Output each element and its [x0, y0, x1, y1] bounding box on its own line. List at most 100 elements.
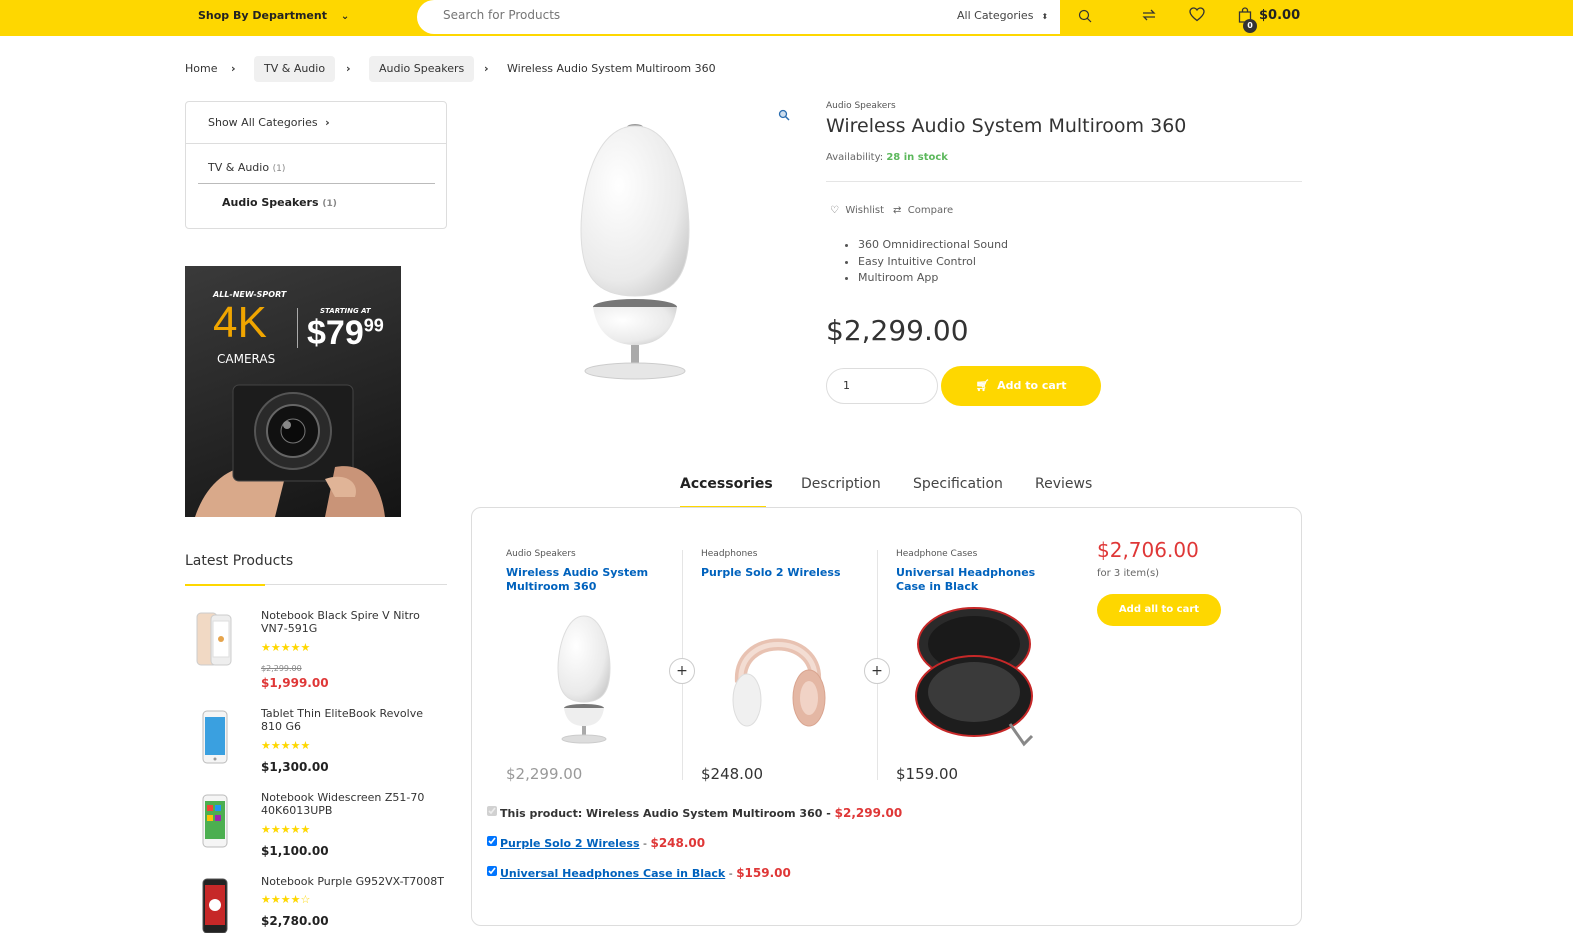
feature-item: 360 Omnidirectional Sound — [858, 237, 1008, 254]
phone-red-thumbnail — [202, 878, 228, 933]
accessory-checkbox-row: This product: Wireless Audio System Mult… — [487, 806, 902, 820]
category-select[interactable]: All Categories ⬍ — [957, 9, 1048, 22]
tab-specification[interactable]: Specification — [913, 476, 1003, 492]
accessory-item: Headphone Cases Universal Headphones Cas… — [896, 549, 1066, 594]
chevron-down-icon: ⌄ — [340, 11, 350, 22]
availability: Availability: 28 in stock — [826, 152, 948, 163]
accessory-category[interactable]: Audio Speakers — [506, 549, 676, 559]
compare-link[interactable]: ⇄ Compare — [893, 205, 953, 216]
tab-description[interactable]: Description — [801, 476, 881, 492]
tab-accessories[interactable]: Accessories — [680, 476, 773, 492]
breadcrumb-tv-audio[interactable]: TV & Audio — [254, 56, 336, 82]
accessory-name[interactable]: Purple Solo 2 Wireless — [701, 566, 871, 580]
latest-product-price: $1,300.00 — [261, 760, 329, 774]
category-label: Audio Speakers — [222, 196, 319, 209]
category-count: (1) — [322, 199, 337, 209]
promo-banner[interactable]: ALL-NEW-SPORT 4K CAMERAS STARTING AT $79… — [185, 266, 401, 517]
banner-price-cents: 99 — [363, 315, 384, 336]
category-tv-audio[interactable]: TV & Audio (1) — [208, 161, 285, 174]
cart-total[interactable]: $0.00 — [1259, 8, 1300, 23]
search-button[interactable] — [1060, 0, 1110, 34]
rating-stars: ★★★★☆ — [261, 893, 311, 906]
latest-product-old-price: $2,299.00 — [261, 664, 302, 673]
stock-status: 28 in stock — [886, 152, 948, 163]
accessory-price: $2,299.00 — [506, 765, 583, 783]
compare-icon[interactable] — [1141, 8, 1157, 22]
product-category[interactable]: Audio Speakers — [826, 101, 896, 111]
add-all-to-cart-button[interactable]: Add all to cart — [1097, 594, 1221, 626]
latest-products-underline — [185, 584, 447, 586]
cart-count-badge: 0 — [1243, 19, 1257, 33]
this-product-checkbox — [487, 806, 497, 816]
feature-list: 360 Omnidirectional Sound Easy Intuitive… — [858, 237, 1008, 287]
divider — [186, 143, 446, 144]
accessory-category[interactable]: Headphones — [701, 549, 871, 559]
breadcrumb-separator-icon: › — [484, 62, 489, 75]
latest-product-name[interactable]: Tablet Thin EliteBook Revolve 810 G6 — [261, 707, 447, 733]
accessory-checkbox-row: Universal Headphones Case in Black - $15… — [487, 866, 791, 880]
price-dash: - — [725, 867, 737, 880]
latest-product-price: $1,100.00 — [261, 844, 329, 858]
price-dash: - — [822, 807, 835, 820]
category-count: (1) — [272, 164, 286, 174]
wishlist-link[interactable]: ♡ Wishlist — [830, 205, 884, 216]
cart-icon: 🛒︎ — [975, 379, 990, 392]
phone-thumbnail — [202, 794, 228, 848]
latest-product-name[interactable]: Notebook Black Spire V Nitro VN7-591G — [261, 609, 447, 635]
latest-product-price: $2,780.00 — [261, 914, 329, 928]
headphones-thumbnail[interactable] — [723, 612, 833, 742]
category-filter-box: Show All Categories › TV & Audio (1) Aud… — [185, 101, 447, 229]
accessory-category[interactable]: Headphone Cases — [896, 549, 1066, 559]
banner-price: $7999 — [307, 314, 384, 353]
accessory-link[interactable]: Universal Headphones Case in Black — [500, 867, 725, 880]
accessory-price: $159.00 — [896, 765, 959, 783]
rating-stars: ★★★★★ — [261, 823, 311, 836]
accessory-item: Headphones Purple Solo 2 Wireless — [701, 549, 871, 580]
header-bar: Shop By Department ⌄ All Categories ⬍ 0 $… — [0, 0, 1573, 36]
speaker-thumbnail[interactable] — [534, 608, 634, 748]
availability-label: Availability: — [826, 152, 884, 163]
wishlist-heart-icon[interactable] — [1189, 7, 1205, 22]
accessory-item: Audio Speakers Wireless Audio System Mul… — [506, 549, 676, 594]
rating-stars: ★★★★★ — [261, 739, 311, 752]
zoom-icon[interactable] — [778, 109, 790, 121]
product-main-image[interactable] — [485, 100, 785, 400]
camera-in-hand-image — [195, 384, 385, 517]
quantity-input[interactable]: 1 — [826, 368, 938, 404]
tab-reviews[interactable]: Reviews — [1035, 476, 1092, 492]
accessory-name[interactable]: Universal Headphones Case in Black — [896, 566, 1066, 594]
category-audio-speakers[interactable]: Audio Speakers (1) — [222, 196, 337, 209]
accessory-checkbox-row: Purple Solo 2 Wireless - $248.00 — [487, 836, 705, 850]
search-input[interactable] — [443, 8, 923, 22]
add-to-cart-button[interactable]: 🛒︎ Add to cart — [941, 366, 1101, 406]
latest-product-name[interactable]: Notebook Purple G952VX-T7008T — [261, 875, 447, 888]
accessory-name[interactable]: Wireless Audio System Multiroom 360 — [506, 566, 676, 594]
plus-icon: + — [864, 658, 890, 684]
product-price: $2,299.00 — [826, 314, 969, 347]
divider — [826, 181, 1302, 182]
search-bar: All Categories ⬍ — [417, 0, 1060, 34]
headphone-case-thumbnail[interactable] — [912, 604, 1042, 754]
accessory-checkbox[interactable] — [487, 866, 497, 876]
breadcrumb-audio-speakers[interactable]: Audio Speakers — [369, 56, 475, 82]
feature-item: Easy Intuitive Control — [858, 254, 1008, 271]
category-select-value: All Categories — [957, 9, 1034, 22]
breadcrumb-current: Wireless Audio System Multiroom 360 — [507, 62, 716, 75]
accessory-checkbox-price: $248.00 — [650, 836, 706, 850]
accessory-link[interactable]: Purple Solo 2 Wireless — [500, 837, 640, 850]
shop-by-department-button[interactable]: Shop By Department ⌄ — [198, 9, 349, 22]
breadcrumb-home[interactable]: Home — [185, 56, 217, 82]
add-to-cart-label: Add to cart — [997, 379, 1067, 392]
price-dash: - — [639, 837, 651, 850]
show-all-categories-link[interactable]: Show All Categories › — [208, 116, 330, 129]
accessory-checkbox[interactable] — [487, 836, 497, 846]
latest-product-name[interactable]: Notebook Widescreen Z51-70 40K6013UPB — [261, 791, 447, 817]
product-title: Wireless Audio System Multiroom 360 — [826, 115, 1187, 137]
select-arrow-icon: ⬍ — [1041, 12, 1049, 21]
chevron-right-icon: › — [325, 116, 330, 129]
feature-item: Multiroom App — [858, 270, 1008, 287]
accessories-total-price: $2,706.00 — [1097, 538, 1199, 562]
compare-icon: ⇄ — [893, 205, 902, 216]
department-label: Shop By Department — [198, 9, 327, 22]
latest-products-title: Latest Products — [185, 553, 294, 569]
